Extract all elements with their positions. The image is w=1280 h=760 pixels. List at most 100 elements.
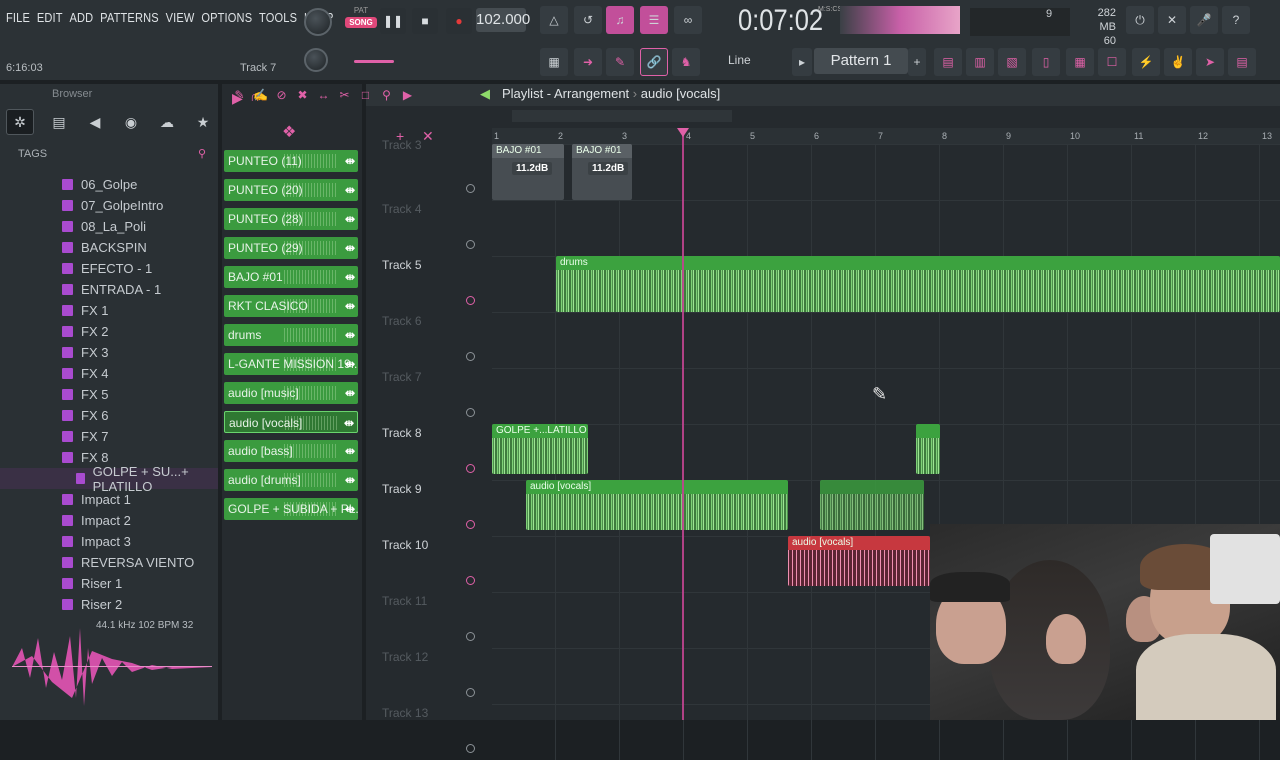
clip-vocals-2[interactable] — [820, 480, 924, 530]
track-lane[interactable] — [492, 312, 1280, 368]
track-mute-button[interactable] — [466, 408, 475, 417]
channel-rack-icon[interactable]: ▧ — [998, 48, 1026, 76]
channel-item[interactable]: audio [vocals] ⇹ — [224, 411, 358, 433]
channel-add-icon[interactable]: ⇹ — [345, 498, 355, 520]
draw-tool-icon[interactable]: ✎ — [231, 86, 248, 103]
browser-item[interactable]: 07_GolpeIntro — [0, 195, 218, 216]
project-icon[interactable]: ☐ — [1098, 48, 1126, 76]
star-icon[interactable]: ★ — [192, 111, 214, 133]
menu-file[interactable]: FILE — [6, 10, 30, 25]
channel-add-icon[interactable]: ⇹ — [345, 324, 355, 346]
browser-item[interactable]: Riser 1 — [0, 573, 218, 594]
track-mute-button[interactable] — [466, 632, 475, 641]
slice-tool-icon[interactable]: ✂ — [336, 86, 353, 103]
channel-item[interactable]: RKT CLASICO ⇹ — [224, 295, 358, 317]
tempo-display[interactable]: 102.000 — [476, 8, 530, 32]
add-pattern-button[interactable]: + — [908, 48, 926, 76]
channel-add-icon[interactable]: ⇹ — [345, 266, 355, 288]
browser-item[interactable]: ENTRADA - 1 — [0, 279, 218, 300]
tools-icon[interactable]: ✕ — [1158, 6, 1186, 34]
wait-input-icon[interactable]: ↺ — [574, 6, 602, 34]
arrangement-icon[interactable]: ◀ — [480, 86, 490, 102]
snap-select[interactable]: Line — [722, 48, 784, 72]
mixer-icon[interactable]: ▯ — [1032, 48, 1060, 76]
browser-item[interactable]: FX 7 — [0, 426, 218, 447]
piano-roll-icon[interactable]: ▥ — [966, 48, 994, 76]
channel-add-icon[interactable]: ⇹ — [345, 237, 355, 259]
browser-item[interactable]: FX 5 — [0, 384, 218, 405]
master-volume-knob[interactable] — [304, 8, 332, 36]
track-name[interactable]: Track 12 — [382, 650, 482, 664]
menu-tools[interactable]: TOOLS — [259, 10, 297, 25]
browser-icon[interactable]: ▦ — [1066, 48, 1094, 76]
browser-item[interactable]: Riser 2 — [0, 594, 218, 615]
track-mute-button[interactable] — [466, 352, 475, 361]
clip-vocals-red[interactable]: audio [vocals] — [788, 536, 930, 586]
browser-item[interactable]: FX 1 — [0, 300, 218, 321]
paint-tool-icon[interactable]: ✍ — [252, 86, 269, 103]
reset-icon[interactable]: ⏻ — [1126, 6, 1154, 34]
tags-header[interactable]: TAGS ⚲ — [0, 140, 218, 168]
channel-item[interactable]: PUNTEO (29) ⇹ — [224, 237, 358, 259]
track-lane[interactable] — [492, 200, 1280, 256]
track-name[interactable]: Track 11 — [382, 594, 482, 608]
track-mute-button[interactable] — [466, 184, 475, 193]
playback-tool-icon[interactable]: ▶ — [399, 86, 416, 103]
menu-edit[interactable]: EDIT — [37, 10, 63, 25]
pattern-selector[interactable]: Pattern 1 — [814, 48, 908, 74]
all-files-icon[interactable]: ✲ — [6, 109, 34, 135]
step-edit-icon[interactable]: ☰ — [640, 6, 668, 34]
browser-item[interactable]: Impact 3 — [0, 531, 218, 552]
arrow-right-icon[interactable]: ➜ — [574, 48, 602, 76]
stamp-icon[interactable]: ♞ — [672, 48, 700, 76]
track-name[interactable]: Track 3 — [382, 138, 482, 152]
channel-add-icon[interactable]: ⇹ — [345, 150, 355, 172]
channel-item[interactable]: GOLPE + SUBIDA + PL... ⇹ — [224, 498, 358, 520]
browser-item[interactable]: GOLPE + SU...+ PLATILLO — [0, 464, 218, 494]
track-mute-button[interactable] — [466, 464, 475, 473]
overview-scrollbar[interactable] — [512, 110, 732, 122]
record-button[interactable]: ● — [446, 8, 472, 34]
help-icon[interactable]: ? — [1222, 6, 1250, 34]
menu-patterns[interactable]: PATTERNS — [100, 10, 159, 25]
channel-item[interactable]: BAJO #01 ⇹ — [224, 266, 358, 288]
browser-item[interactable]: 08_La_Poli — [0, 216, 218, 237]
track-lane[interactable] — [492, 424, 1280, 480]
current-project-icon[interactable]: ▤ — [48, 111, 70, 133]
playhead-marker-icon[interactable] — [677, 128, 689, 137]
channel-add-icon[interactable]: ⇹ — [345, 440, 355, 462]
clip-bajo-2[interactable]: BAJO #01 11.2dB — [572, 144, 632, 200]
browser-item[interactable]: Impact 2 — [0, 510, 218, 531]
search-icon[interactable]: ⚲ — [198, 140, 206, 168]
clip-drums[interactable]: drums — [556, 256, 1280, 312]
track-mute-button[interactable] — [466, 576, 475, 585]
plugin-icon[interactable]: ⚡ — [1132, 48, 1160, 76]
channel-add-icon[interactable]: ⇹ — [345, 353, 355, 375]
clip-golpe[interactable]: GOLPE +...LATILLO — [492, 424, 588, 474]
loop-record-icon[interactable]: ∞ — [674, 6, 702, 34]
tempo-icon[interactable]: ✌ — [1164, 48, 1192, 76]
channel-item[interactable]: L-GANTE MISSION 19... ⇹ — [224, 353, 358, 375]
link-icon[interactable]: 🔗 — [640, 48, 668, 76]
clip-vocals[interactable]: audio [vocals] — [526, 480, 788, 530]
clip-golpe-2[interactable] — [916, 424, 940, 474]
mute-tool-icon[interactable]: ✖ — [294, 86, 311, 103]
sounds-icon[interactable]: ◉ — [120, 111, 142, 133]
track-mute-button[interactable] — [466, 688, 475, 697]
master-pitch-knob[interactable] — [304, 48, 328, 72]
track-name[interactable]: Track 8 — [382, 426, 482, 440]
pattern-arrow-icon[interactable]: ▸ — [792, 48, 812, 76]
channel-add-icon[interactable]: ⇹ — [345, 179, 355, 201]
metronome-icon[interactable]: △ — [540, 6, 568, 34]
slip-tool-icon[interactable]: ↔ — [315, 86, 332, 103]
track-name[interactable]: Track 7 — [382, 370, 482, 384]
play-button[interactable]: ❚❚ — [380, 8, 406, 34]
browser-item[interactable]: REVERSA VIENTO — [0, 552, 218, 573]
track-mute-button[interactable] — [466, 744, 475, 753]
browser-item[interactable]: FX 6 — [0, 405, 218, 426]
browser-item[interactable]: 06_Golpe — [0, 174, 218, 195]
countdown-icon[interactable]: ♫ — [606, 6, 634, 34]
channel-item[interactable]: audio [bass] ⇹ — [224, 440, 358, 462]
browser-item[interactable]: BACKSPIN — [0, 237, 218, 258]
track-name[interactable]: Track 10 — [382, 538, 482, 552]
